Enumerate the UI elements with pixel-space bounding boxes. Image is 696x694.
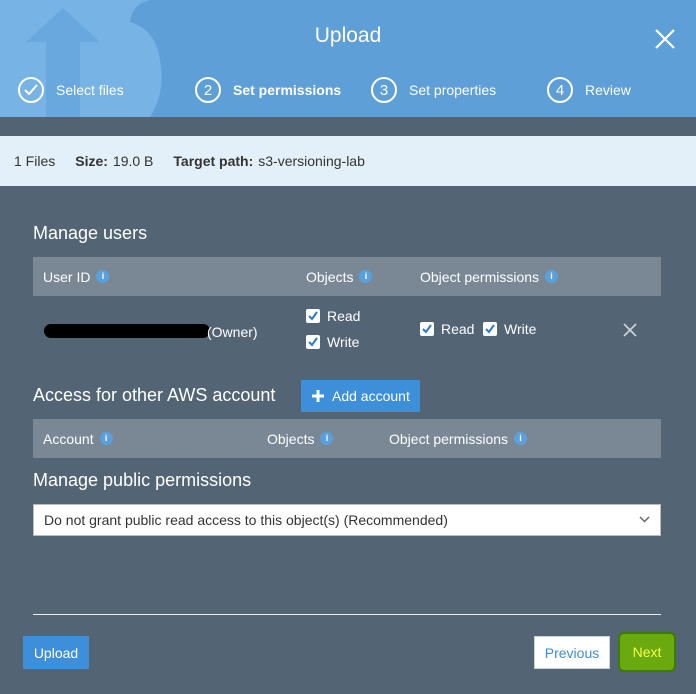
add-account-button[interactable]: Add account (301, 380, 420, 412)
dialog-title: Upload (314, 24, 382, 47)
checkbox-checked-icon[interactable] (306, 335, 320, 349)
step-number: 4 (547, 77, 573, 103)
remove-icon[interactable] (623, 323, 637, 337)
checkbox-label: Write (504, 321, 537, 337)
step-number: 2 (195, 77, 221, 103)
step-select-files[interactable]: Select files (18, 76, 124, 104)
target-path-label: Target path: (173, 153, 254, 169)
owner-label: (Owner) (207, 324, 258, 340)
size-label: Size: (75, 153, 108, 169)
previous-button-label: Previous (544, 644, 600, 661)
col-object-permissions: Object permissions i (389, 419, 528, 458)
chevron-down-icon (639, 516, 650, 523)
add-account-label: Add account (332, 388, 410, 404)
next-button-label: Next (632, 644, 662, 660)
upload-button-label: Upload (33, 644, 79, 661)
close-icon[interactable] (652, 26, 678, 52)
accounts-table-header: Account i Objects i Object permissions i (33, 419, 661, 458)
info-icon[interactable]: i (545, 270, 559, 283)
public-permissions-select[interactable]: Do not grant public read access to this … (33, 504, 661, 536)
permissions-read-checkbox[interactable]: Read (420, 321, 474, 337)
col-objects: Objects i (267, 419, 334, 458)
manage-users-heading: Manage users (33, 223, 148, 243)
checkbox-checked-icon[interactable] (420, 322, 434, 336)
header-separator (0, 117, 696, 136)
col-objects-label: Objects (267, 430, 315, 447)
step-set-properties[interactable]: 3 Set properties (371, 76, 496, 104)
col-objects-label: Objects (306, 268, 354, 285)
footer-divider (33, 614, 661, 615)
step-label: Review (585, 82, 631, 98)
step-label: Select files (56, 82, 124, 98)
redacted-user-id (44, 324, 210, 338)
col-user-id: User ID i (43, 257, 110, 296)
step-number: 3 (371, 77, 397, 103)
step-label: Set properties (409, 82, 497, 98)
info-icon[interactable]: i (99, 432, 113, 445)
objects-write-checkbox[interactable]: Write (306, 334, 359, 350)
target-path-value: s3-versioning-lab (258, 153, 365, 169)
step-set-permissions[interactable]: 2 Set permissions (195, 76, 341, 104)
select-value: Do not grant public read access to this … (44, 512, 448, 528)
info-icon[interactable]: i (359, 270, 373, 283)
col-object-permissions-label: Object permissions (389, 430, 509, 447)
checkbox-checked-icon[interactable] (306, 309, 320, 323)
upload-button[interactable]: Upload (23, 636, 89, 669)
objects-read-checkbox[interactable]: Read (306, 308, 360, 324)
other-accounts-heading: Access for other AWS account (33, 385, 276, 405)
info-icon[interactable]: i (320, 432, 334, 445)
checkbox-label: Write (327, 334, 360, 350)
step-label: Set permissions (233, 82, 342, 98)
checkbox-checked-icon[interactable] (483, 322, 497, 336)
public-permissions-heading: Manage public permissions (33, 470, 252, 490)
col-objects: Objects i (306, 257, 373, 296)
permissions-write-checkbox[interactable]: Write (483, 321, 536, 337)
previous-button[interactable]: Previous (534, 636, 610, 669)
col-object-permissions-label: Object permissions (420, 268, 540, 285)
step-completed-check-icon (18, 77, 44, 103)
col-account-label: Account (43, 430, 94, 447)
file-count: 1 Files (14, 153, 56, 169)
checkbox-label: Read (327, 308, 361, 324)
size-value: 19.0 B (112, 153, 154, 169)
plus-icon (312, 390, 324, 402)
info-icon[interactable]: i (514, 432, 528, 445)
step-review[interactable]: 4 Review (547, 76, 631, 104)
col-object-permissions: Object permissions i (420, 257, 559, 296)
users-table-header: User ID i Objects i Object permissions i (33, 257, 661, 296)
wizard-header: Upload Select files 2 Set permissions 3 … (0, 0, 696, 117)
upload-summary-bar: 1 Files Size: 19.0 B Target path: s3-ver… (0, 136, 696, 186)
info-icon[interactable]: i (96, 270, 110, 283)
checkbox-label: Read (441, 321, 475, 337)
next-button[interactable]: Next (618, 632, 676, 672)
col-account: Account i (43, 419, 113, 458)
col-user-id-label: User ID (43, 268, 91, 285)
